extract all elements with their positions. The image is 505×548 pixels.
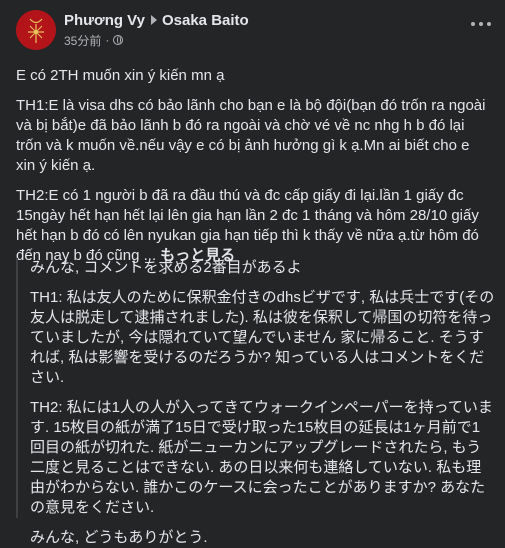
more-options-icon[interactable]: [471, 22, 491, 26]
post-timestamp[interactable]: 35分前: [64, 32, 101, 49]
post-line-intro: E có 2TH muốn xin ý kiến mn ạ: [16, 67, 225, 84]
arrow-right-icon: [150, 15, 157, 25]
translation-case-1: TH1: 私は友人のために保釈金付きのdhsビザです, 私は兵士です(その友人は…: [30, 289, 495, 386]
translation-block: みんな, コメントを求める2番目があるよ TH1: 私は友人のために保釈金付きの…: [16, 258, 495, 546]
post-case-2-text: TH2:E có 1 người b đã ra đầu thú và đc c…: [16, 187, 484, 264]
translation-case-2: TH2: 私には1人の人が入ってきてウォークインペーパーを持っています. 15枚…: [30, 399, 493, 516]
post-header: Phương Vy Osaka Baito 35分前 ·: [16, 10, 491, 50]
post-case-2: TH2:E có 1 người b đã ra đầu thú và đc c…: [16, 186, 492, 266]
translation-thanks: みんな, どうもありがとう.: [30, 529, 208, 546]
post-case-1: TH1:E là visa dhs có bảo lãnh cho bạn e …: [16, 97, 490, 174]
translation-intro: みんな, コメントを求める2番目があるよ: [30, 259, 302, 276]
group-name[interactable]: Osaka Baito: [162, 12, 249, 29]
globe-icon: [113, 35, 124, 45]
avatar[interactable]: [16, 10, 56, 50]
author-name[interactable]: Phương Vy: [64, 12, 145, 29]
post-card: Phương Vy Osaka Baito 35分前 · E có 2TH mu…: [0, 0, 505, 546]
separator-dot: ·: [105, 33, 110, 47]
post-body: E có 2TH muốn xin ý kiến mn ạ TH1:E là v…: [16, 66, 492, 276]
